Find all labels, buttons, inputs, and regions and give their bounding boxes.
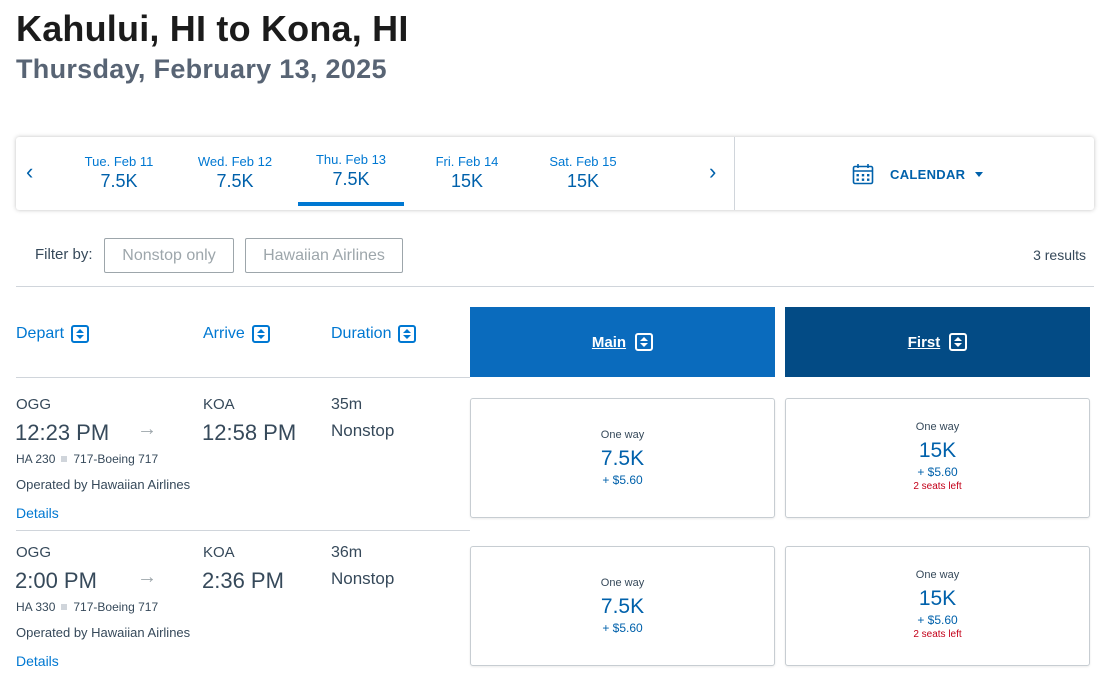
date-tab-price: 15K bbox=[566, 171, 600, 191]
date-tab-price: 7.5K bbox=[100, 171, 138, 191]
date-tab-price: 15K bbox=[450, 171, 484, 191]
separator-icon bbox=[61, 604, 68, 610]
flight-duration: 36m bbox=[331, 544, 363, 561]
date-selector: ‹ Tue. Feb 11 7.5K Wed. Feb 12 7.5K Thu.… bbox=[16, 137, 1094, 210]
sort-icon bbox=[635, 333, 654, 351]
arrow-right-icon: → bbox=[137, 566, 157, 588]
sort-icon bbox=[251, 325, 270, 343]
sort-depart-label: Depart bbox=[16, 325, 65, 342]
depart-time: 2:00 PM bbox=[15, 568, 97, 593]
depart-time: 12:23 PM bbox=[15, 420, 110, 445]
sort-arrive-label: Arrive bbox=[203, 325, 245, 342]
first-fare-button[interactable]: One way 15K + $5.60 2 seats left bbox=[785, 398, 1090, 518]
aircraft: 717-Boeing 717 bbox=[73, 452, 159, 466]
operated-by: Operated by Hawaiian Airlines bbox=[16, 477, 191, 492]
flight-number: HA 330 bbox=[16, 600, 56, 614]
fare-tax: + $5.60 bbox=[917, 613, 958, 627]
depart-airport: OGG bbox=[16, 544, 52, 561]
fare-price: 7.5K bbox=[600, 447, 645, 470]
date-tab-price: 7.5K bbox=[332, 169, 370, 189]
sort-depart[interactable]: Depart bbox=[16, 325, 90, 343]
flight-row: OGG 2:00 PM → KOA 2:36 PM HA 330 717-Boe… bbox=[0, 544, 1102, 676]
aircraft: 717-Boeing 717 bbox=[73, 600, 159, 614]
sort-duration-label: Duration bbox=[331, 325, 392, 342]
calendar-button[interactable]: CALENDAR bbox=[852, 163, 984, 185]
fare-price: 7.5K bbox=[600, 595, 645, 618]
flight-stops: Nonstop bbox=[331, 421, 395, 440]
date-tab-price: 7.5K bbox=[216, 171, 254, 191]
arrow-right-icon: → bbox=[137, 418, 157, 440]
calendar-label: CALENDAR bbox=[890, 166, 966, 182]
fare-type: One way bbox=[915, 421, 960, 433]
sort-icon bbox=[71, 325, 90, 343]
first-cabin-header[interactable]: First bbox=[785, 307, 1090, 377]
fare-tax: + $5.60 bbox=[602, 473, 643, 487]
date-tab-label: Fri. Feb 14 bbox=[435, 154, 499, 169]
sort-icon bbox=[949, 333, 968, 351]
main-cabin-label: Main bbox=[591, 333, 627, 351]
date-tab-wed-feb-12[interactable]: Wed. Feb 12 7.5K bbox=[182, 154, 288, 192]
date-tab-sat-feb-15[interactable]: Sat. Feb 15 15K bbox=[530, 154, 636, 192]
travel-date: Thursday, February 13, 2025 bbox=[16, 54, 387, 84]
fare-price: 15K bbox=[918, 587, 957, 610]
date-tab-label: Tue. Feb 11 bbox=[84, 154, 154, 169]
date-tab-label: Thu. Feb 13 bbox=[315, 152, 387, 167]
arrive-time: 12:58 PM bbox=[202, 420, 297, 445]
fare-type: One way bbox=[600, 429, 645, 441]
date-tab-fri-feb-14[interactable]: Fri. Feb 14 15K bbox=[414, 154, 520, 192]
details-link[interactable]: Details bbox=[16, 505, 59, 521]
date-tab-thu-feb-13[interactable]: Thu. Feb 13 7.5K bbox=[298, 152, 404, 206]
fare-price: 15K bbox=[918, 439, 957, 462]
first-fare-button[interactable]: One way 15K + $5.60 2 seats left bbox=[785, 546, 1090, 666]
fare-tax: + $5.60 bbox=[917, 465, 958, 479]
separator-icon bbox=[61, 456, 68, 462]
calendar-icon bbox=[852, 164, 874, 185]
date-tab-label: Sat. Feb 15 bbox=[549, 154, 617, 169]
main-cabin-header[interactable]: Main bbox=[470, 307, 775, 377]
page-title: Kahului, HI to Kona, HI bbox=[16, 8, 409, 49]
next-dates-arrow-icon[interactable]: › bbox=[709, 161, 716, 183]
date-tab-tue-feb-11[interactable]: Tue. Feb 11 7.5K bbox=[66, 154, 172, 192]
flight-info: HA 330 717-Boeing 717 bbox=[16, 600, 158, 614]
nonstop-only-filter[interactable]: Nonstop only bbox=[104, 238, 234, 273]
datebar-divider bbox=[734, 137, 735, 210]
arrive-airport: KOA bbox=[203, 396, 235, 413]
first-cabin-label: First bbox=[907, 333, 941, 351]
divider bbox=[16, 377, 470, 378]
fare-tax: + $5.60 bbox=[602, 621, 643, 635]
main-fare-button[interactable]: One way 7.5K + $5.60 bbox=[470, 398, 775, 518]
divider bbox=[16, 286, 1094, 287]
chevron-down-icon bbox=[975, 171, 984, 177]
prev-dates-arrow-icon[interactable]: ‹ bbox=[26, 161, 33, 183]
arrive-airport: KOA bbox=[203, 544, 235, 561]
flight-row: OGG 12:23 PM → KOA 12:58 PM HA 230 717-B… bbox=[0, 396, 1102, 546]
seats-left-badge: 2 seats left bbox=[913, 481, 962, 492]
arrive-time: 2:36 PM bbox=[202, 568, 284, 593]
main-fare-button[interactable]: One way 7.5K + $5.60 bbox=[470, 546, 775, 666]
operated-by: Operated by Hawaiian Airlines bbox=[16, 625, 191, 640]
flight-duration: 35m bbox=[331, 396, 363, 413]
flight-number: HA 230 bbox=[16, 452, 56, 466]
fare-type: One way bbox=[600, 577, 645, 589]
depart-airport: OGG bbox=[16, 396, 52, 413]
details-link[interactable]: Details bbox=[16, 653, 59, 669]
hawaiian-airlines-filter[interactable]: Hawaiian Airlines bbox=[245, 238, 403, 273]
date-tab-label: Wed. Feb 12 bbox=[197, 154, 273, 169]
results-count: 3 results bbox=[1033, 247, 1086, 263]
flight-stops: Nonstop bbox=[331, 569, 395, 588]
flight-info: HA 230 717-Boeing 717 bbox=[16, 452, 158, 466]
filter-label: Filter by: bbox=[35, 246, 93, 263]
sort-duration[interactable]: Duration bbox=[331, 325, 417, 343]
divider bbox=[16, 530, 470, 531]
selected-date-indicator bbox=[298, 202, 404, 206]
seats-left-badge: 2 seats left bbox=[913, 629, 962, 640]
fare-type: One way bbox=[915, 569, 960, 581]
sort-icon bbox=[398, 325, 417, 343]
sort-arrive[interactable]: Arrive bbox=[203, 325, 270, 343]
